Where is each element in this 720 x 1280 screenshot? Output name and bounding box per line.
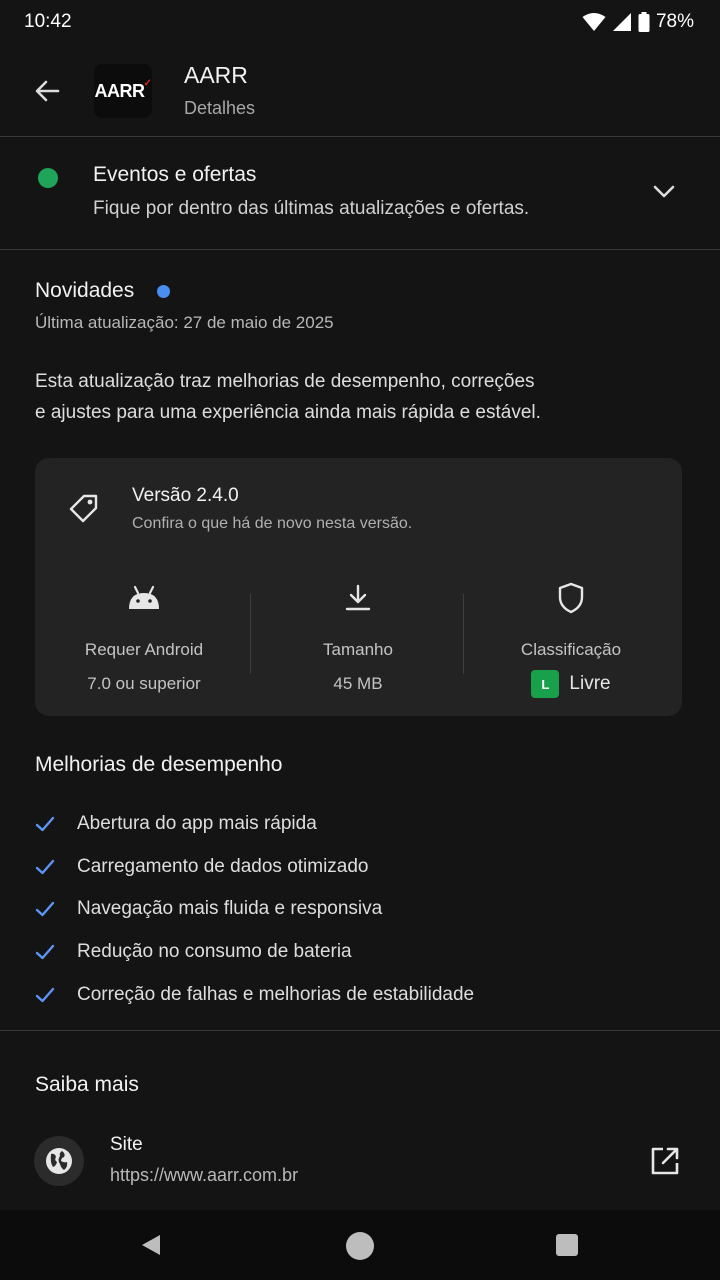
check-icon [35,902,55,917]
nav-recents-icon[interactable] [556,1234,578,1256]
version-card: Versão 2.4.0 Confira o que há de novo ne… [35,458,682,716]
rating-text: Livre [569,673,611,694]
check-icon [35,987,55,1002]
events-description: Fique por dentro das últimas atualizaçõe… [93,198,530,219]
list-item: Correção de falhas e melhorias de estabi… [35,973,685,1016]
rating-badge: L [531,670,560,698]
check-icon [35,944,55,960]
stat-value: 45 MB [333,674,383,693]
events-offers-row[interactable]: Eventos e ofertas Fique por dentro das ú… [0,137,720,249]
system-nav-bar [0,1210,720,1280]
list-item: Carregamento de dados otimizado [35,846,685,889]
list-item-text: Navegação mais fluida e responsiva [77,898,383,920]
nav-back-icon[interactable] [138,1232,164,1258]
version-subtitle: Confira o que há de novo nesta versão. [132,515,413,532]
events-indicator-dot [38,168,58,188]
list-item: Redução no consumo de bateria [35,931,685,974]
back-button[interactable] [26,70,68,112]
new-indicator-dot [157,285,170,298]
divider [0,1030,720,1031]
shield-icon [558,582,584,614]
status-bar: 10:42 78% [0,0,720,44]
check-icon [35,859,55,875]
stat-size: Tamanho 45 MB [250,578,466,696]
events-title: Eventos e ofertas [93,163,257,186]
tag-icon [69,494,98,523]
list-item-text: Redução no consumo de bateria [77,941,352,963]
stat-rating: Classificação L Livre [463,578,679,698]
status-time: 10:42 [24,11,72,32]
stat-label: Classificação [520,640,622,659]
improvements-title: Melhorias de desempenho [35,753,283,776]
app-logo: AARR ✓ [94,64,152,118]
news-description-line: Esta atualização traz melhorias de desem… [35,371,535,392]
site-url: https://www.aarr.com.br [110,1165,299,1185]
arrow-back-icon [35,80,60,102]
globe-icon-container [34,1136,84,1186]
news-title: Novidades [35,279,135,302]
wifi-icon [582,13,606,31]
stat-value: L Livre [463,670,679,698]
stat-label: Tamanho [323,640,393,659]
check-icon [35,817,55,832]
nav-home-icon[interactable] [346,1232,374,1260]
app-header: AARR ✓ AARR Detalhes [0,44,720,136]
list-item-text: Carregamento de dados otimizado [77,855,369,877]
app-subtitle: Detalhes [184,98,256,118]
chevron-down-icon[interactable] [650,177,678,205]
list-item: Navegação mais fluida e responsiva [35,888,685,931]
version-title: Versão 2.4.0 [132,485,239,506]
status-icons: 78% [582,11,694,33]
news-description-line: e ajustes para uma experiência ainda mai… [35,402,541,423]
globe-icon [46,1148,72,1174]
site-link-row[interactable]: Site https://www.aarr.com.br [0,1120,720,1202]
news-description: Esta atualização traz melhorias de desem… [35,366,595,428]
learn-more-title: Saiba mais [35,1073,139,1096]
app-title: AARR [184,62,248,88]
improvements-list: Abertura do app mais rápida Carregamento… [35,803,685,1016]
divider [0,249,720,250]
stat-value: 7.0 ou superior [87,674,201,693]
logo-mark: ✓ [143,77,152,89]
open-in-new-icon[interactable] [648,1144,682,1178]
stat-label: Requer Android [84,640,204,659]
site-label: Site [110,1134,143,1155]
battery-icon [638,12,650,32]
app-logo-text: AARR [94,80,146,101]
list-item: Abertura do app mais rápida [35,803,685,846]
list-item-text: Abertura do app mais rápida [77,813,317,835]
android-icon [129,585,159,609]
download-icon [345,584,371,611]
battery-percentage: 78% [655,11,694,32]
stat-android-requirement: Requer Android 7.0 ou superior [36,578,252,696]
signal-icon [612,13,631,31]
last-updated-text: Última atualização: 27 de maio de 2025 [35,313,334,332]
list-item-text: Correção de falhas e melhorias de estabi… [77,983,475,1005]
